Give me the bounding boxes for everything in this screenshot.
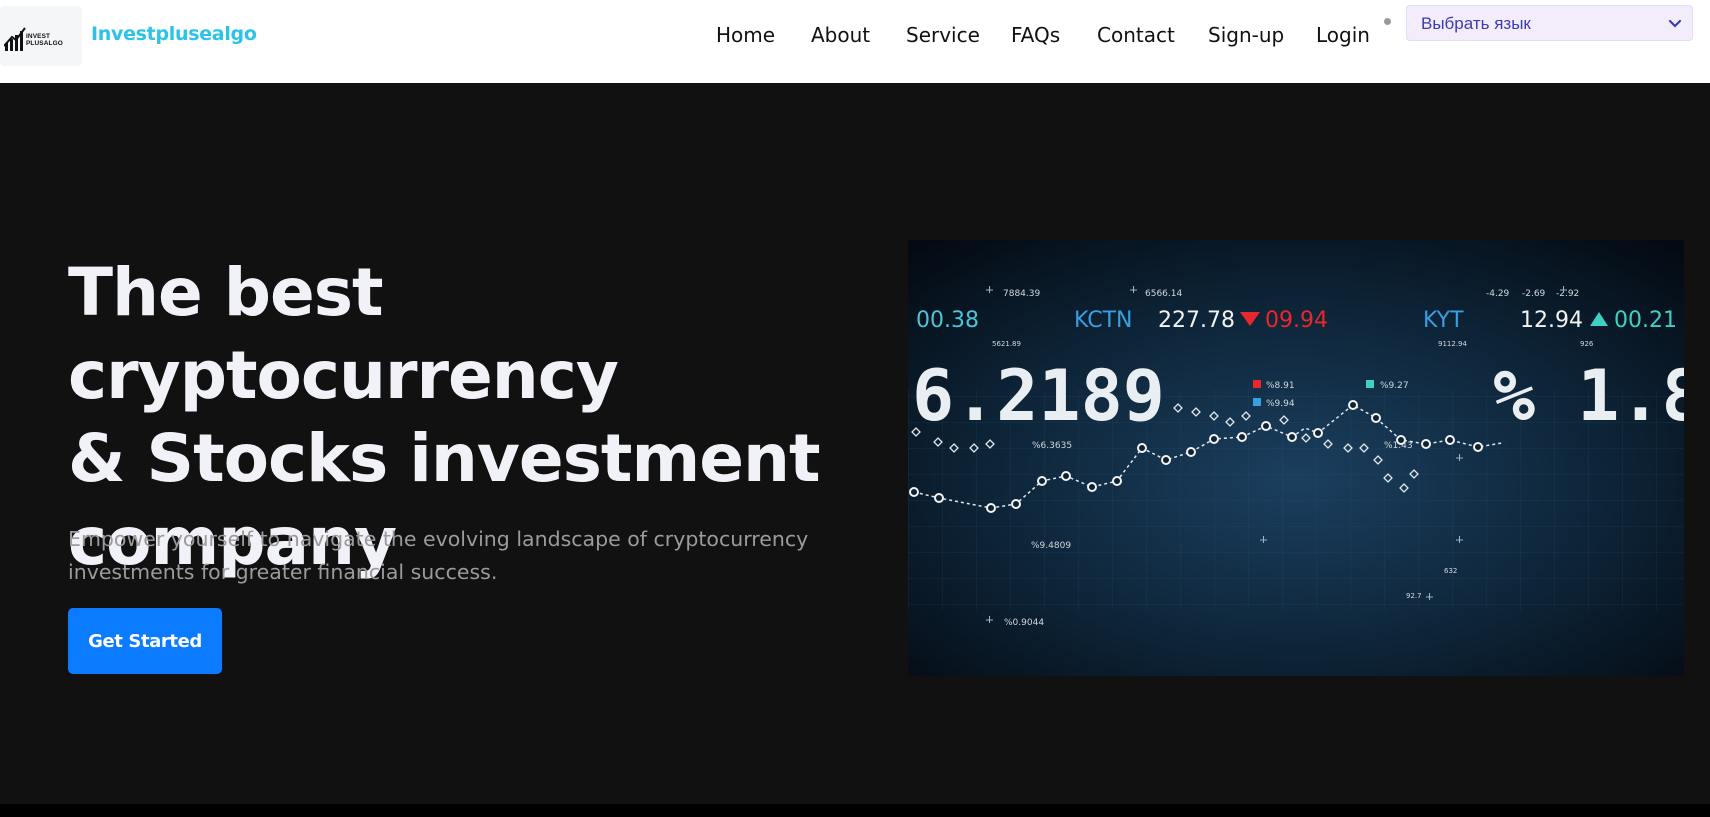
small-label: -2.92	[1556, 289, 1579, 299]
market-ticker-illustration: 00.38 KCTN 227.78 09.94 KYT 12.94 00.21 …	[908, 240, 1684, 676]
chart-point	[1396, 435, 1406, 445]
ticker-change-2: 00.21	[1614, 308, 1677, 333]
legend-square-blue	[1253, 398, 1261, 406]
nav-home[interactable]: Home	[716, 23, 775, 47]
small-label: 9112.94	[1438, 340, 1467, 348]
chevron-down-icon	[1668, 19, 1682, 28]
chart-point	[1313, 428, 1323, 438]
nav-faqs[interactable]: FAQs	[1011, 23, 1060, 47]
chart-point	[1209, 434, 1219, 444]
logo-line-2: PLUSALGO	[26, 40, 63, 47]
small-label: %8.91	[1266, 381, 1295, 391]
language-select[interactable]: Выбрать язык	[1406, 5, 1693, 41]
top-navbar: INVEST PLUSALGO Investplusealgo Home Abo…	[0, 0, 1710, 83]
big-value-right: % 1.8	[1493, 355, 1684, 437]
nav-login[interactable]: Login	[1316, 23, 1370, 47]
small-label: 7884.39	[1003, 289, 1040, 299]
hero-title-line-1: The best cryptocurrency	[68, 254, 619, 414]
bar-chart-logo-icon	[4, 27, 26, 51]
ticker-symbol-2: KYT	[1423, 308, 1464, 333]
small-label: 6566.14	[1145, 289, 1182, 299]
hero-subtitle-line-1: Empower yourself to navigate the evolvin…	[68, 527, 809, 551]
logo-wordmark: INVEST PLUSALGO	[26, 33, 63, 47]
small-label: %6.3635	[1032, 441, 1072, 451]
chart-point	[1237, 432, 1247, 442]
chart-point	[1087, 482, 1097, 492]
nav-about[interactable]: About	[811, 23, 870, 47]
small-label: 926	[1580, 340, 1594, 348]
chart-point	[934, 493, 944, 503]
nav-contact[interactable]: Contact	[1097, 23, 1175, 47]
small-label: %9.27	[1380, 381, 1409, 391]
small-label: 92.7	[1406, 592, 1422, 600]
chart-point	[1161, 455, 1171, 465]
small-label: 5621.89	[992, 340, 1021, 348]
small-label: -2.69	[1522, 289, 1546, 299]
ticker-left-value: 00.38	[916, 308, 979, 333]
ticker-price-1: 227.78	[1158, 308, 1235, 333]
legend-square-red	[1253, 380, 1261, 388]
ticker-change-1: 09.94	[1265, 308, 1328, 333]
chart-point	[1261, 421, 1271, 431]
get-started-button[interactable]: Get Started	[68, 608, 222, 674]
site-logo[interactable]: INVEST PLUSALGO	[0, 6, 82, 66]
big-value-left: 6.2189	[912, 355, 1165, 437]
chart-point	[1287, 432, 1297, 442]
chart-point	[909, 487, 919, 497]
chart-point	[1011, 499, 1021, 509]
chart-point	[1137, 443, 1147, 453]
nav-signup[interactable]: Sign-up	[1208, 23, 1284, 47]
hero-subtitle-line-2: investments for greater financial succes…	[68, 560, 498, 584]
chart-point	[1186, 447, 1196, 457]
chart-point	[986, 503, 996, 513]
small-label: %9.94	[1266, 399, 1295, 409]
nav-separator-dot	[1384, 18, 1391, 25]
brand-name-link[interactable]: Investplusealgo	[91, 23, 257, 45]
section-divider	[0, 804, 1710, 817]
ticker-price-2: 12.94	[1520, 308, 1583, 333]
chart-point	[1112, 476, 1122, 486]
legend-square-teal	[1366, 380, 1374, 388]
nav-service[interactable]: Service	[906, 23, 980, 47]
chart-point	[1421, 439, 1431, 449]
chart-point	[1445, 435, 1455, 445]
chart-point	[1371, 413, 1381, 423]
ticker-symbol-1: KCTN	[1074, 308, 1132, 333]
logo-line-1: INVEST	[26, 33, 51, 40]
small-label: %9.4809	[1031, 541, 1071, 551]
hero-subtitle: Empower yourself to navigate the evolvin…	[68, 523, 848, 589]
small-label: %0.9044	[1004, 618, 1044, 628]
small-label: 632	[1444, 567, 1457, 575]
chart-point	[1473, 442, 1483, 452]
language-select-value: Выбрать язык	[1421, 14, 1531, 33]
small-label: -4.29	[1486, 289, 1510, 299]
chart-point	[1037, 476, 1047, 486]
chart-point	[1061, 471, 1071, 481]
hero-market-image: 00.38 KCTN 227.78 09.94 KYT 12.94 00.21 …	[908, 240, 1684, 676]
chart-point	[1348, 400, 1358, 410]
hero-title-line-2: & Stocks investment	[68, 420, 821, 497]
